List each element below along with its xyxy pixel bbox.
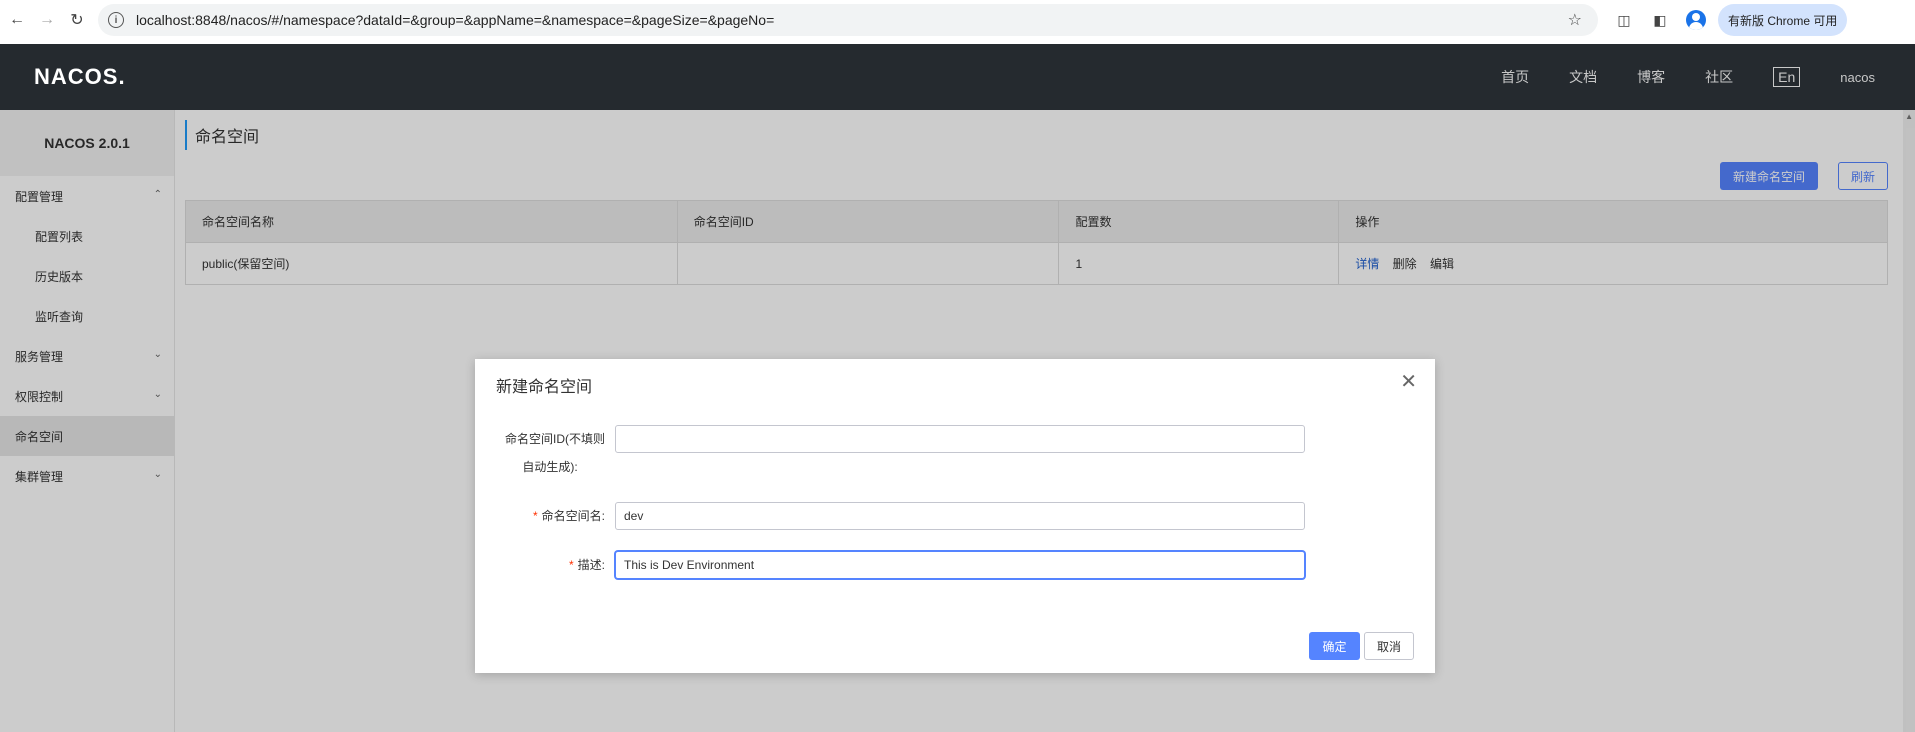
forward-icon[interactable]: → bbox=[36, 9, 58, 31]
new-namespace-dialog: 新建命名空间 ✕ 命名空间ID(不填则 自动生成): *命名空间名: *描述: … bbox=[475, 359, 1435, 673]
namespace-id-label-line2: 自动生成): bbox=[522, 460, 578, 474]
nav-home[interactable]: 首页 bbox=[1501, 67, 1529, 87]
side-panel-icon[interactable]: ◧ bbox=[1650, 10, 1670, 30]
namespace-name-label: * 命名空间名: bbox=[495, 502, 605, 530]
confirm-button[interactable]: 确定 bbox=[1309, 632, 1360, 660]
url-text[interactable]: localhost:8848/nacos/#/namespace?dataId=… bbox=[136, 12, 1568, 28]
browser-toolbar: ← → ↻ i localhost:8848/nacos/#/namespace… bbox=[0, 0, 1915, 40]
site-info-icon[interactable]: i bbox=[108, 12, 124, 28]
nav-blog[interactable]: 博客 bbox=[1637, 67, 1665, 87]
reload-icon[interactable]: ↻ bbox=[66, 9, 88, 31]
required-asterisk: * bbox=[568, 558, 574, 572]
namespace-name-input[interactable] bbox=[615, 502, 1305, 530]
namespace-id-label-line1: 命名空间ID(不填则 bbox=[505, 432, 605, 446]
description-label-text: 描述: bbox=[577, 558, 605, 572]
bookmark-star-icon[interactable]: ☆ bbox=[1568, 10, 1582, 30]
namespace-name-label-text: 命名空间名: bbox=[541, 509, 605, 523]
nav-docs[interactable]: 文档 bbox=[1569, 67, 1597, 87]
top-nav: 首页 文档 博客 社区 En nacos bbox=[1501, 44, 1915, 110]
description-input[interactable] bbox=[615, 551, 1305, 579]
extensions-icon[interactable]: ◫ bbox=[1614, 10, 1634, 30]
required-asterisk: * bbox=[532, 509, 538, 523]
user-menu[interactable]: nacos bbox=[1840, 70, 1875, 85]
profile-avatar-icon[interactable] bbox=[1686, 10, 1706, 30]
language-toggle[interactable]: En bbox=[1773, 67, 1801, 87]
nav-community[interactable]: 社区 bbox=[1705, 67, 1733, 87]
close-icon[interactable]: ✕ bbox=[1400, 369, 1417, 394]
namespace-id-label: 命名空间ID(不填则 自动生成): bbox=[495, 425, 605, 481]
cancel-button[interactable]: 取消 bbox=[1364, 632, 1414, 660]
dialog-title: 新建命名空间 bbox=[496, 379, 593, 396]
chrome-update-chip[interactable]: 有新版 Chrome 可用 bbox=[1718, 4, 1848, 36]
namespace-id-input[interactable] bbox=[615, 425, 1305, 453]
back-icon[interactable]: ← bbox=[6, 9, 28, 31]
nacos-logo[interactable]: NACOS. bbox=[34, 64, 126, 90]
address-bar[interactable]: i localhost:8848/nacos/#/namespace?dataI… bbox=[98, 4, 1598, 36]
app-header: NACOS. 首页 文档 博客 社区 En nacos bbox=[0, 44, 1915, 110]
description-label: * 描述: bbox=[495, 551, 605, 579]
